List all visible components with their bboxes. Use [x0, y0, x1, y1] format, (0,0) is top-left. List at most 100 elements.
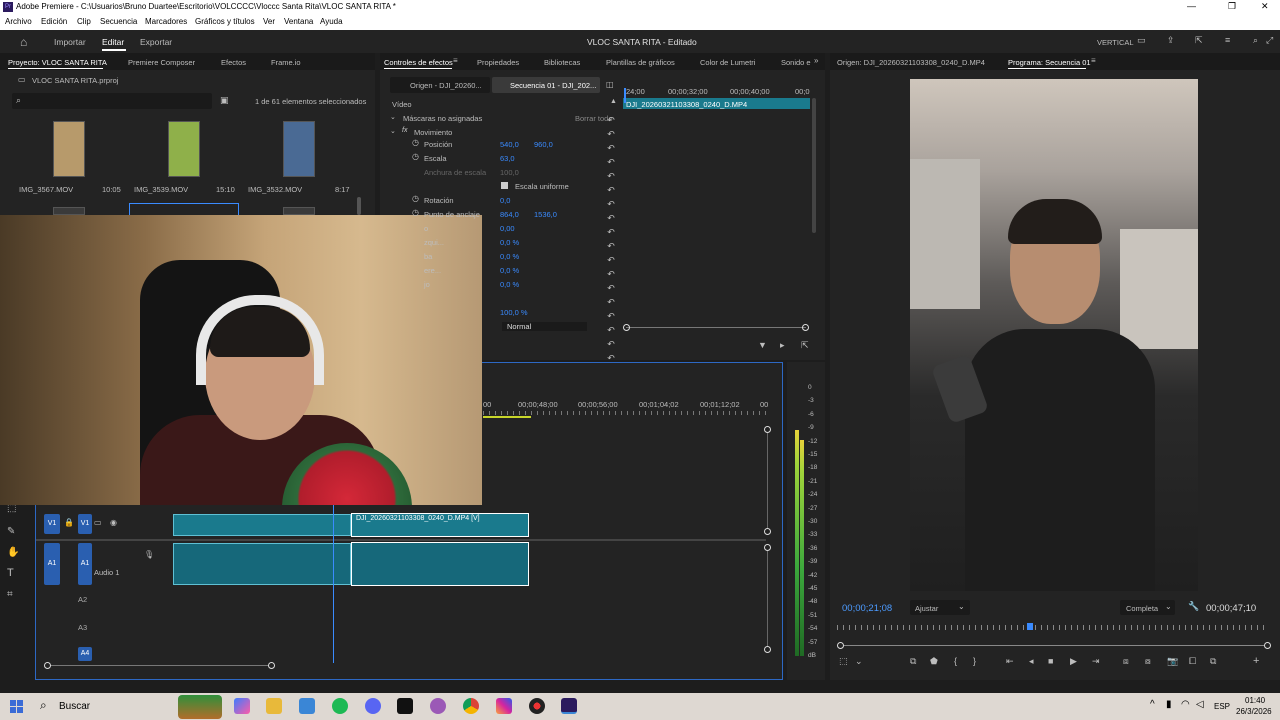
tab-plantillas[interactable]: Plantillas de gráficos [606, 58, 675, 67]
stopwatch-icon[interactable]: ◷ [412, 152, 419, 161]
menu-ver[interactable]: Ver [263, 17, 275, 26]
menu-graficos[interactable]: Gráficos y títulos [195, 17, 255, 26]
tab-menu-icon[interactable]: ≡ [453, 56, 458, 65]
program-menu-icon[interactable]: ≡ [1091, 56, 1096, 65]
motion-arrow-icon[interactable]: ⌄ [390, 127, 396, 135]
timeline-hscroll-line[interactable] [51, 665, 269, 666]
chrome-icon[interactable] [463, 698, 479, 714]
program-zoom-line[interactable] [844, 645, 1264, 646]
prop-value[interactable]: 540,0 [500, 140, 519, 149]
windows-start-icon[interactable] [10, 700, 23, 713]
tab-sonido[interactable]: Sonido e [781, 58, 811, 67]
mark-out-icon[interactable]: } [973, 656, 976, 666]
menu-clip[interactable]: Clip [77, 17, 91, 26]
audio-vscroll-top[interactable] [764, 544, 771, 551]
extract-icon[interactable]: ⧇ [1145, 656, 1151, 667]
stopwatch-icon[interactable]: ◷ [412, 194, 419, 203]
share-icon[interactable]: ⇪ [1167, 35, 1175, 46]
prop-value-2[interactable]: 1536,0 [534, 210, 557, 219]
tab-frameio[interactable]: Frame.io [271, 58, 301, 67]
caption-tool-icon[interactable]: ⌗ [7, 589, 13, 600]
audio-clip-group[interactable] [173, 543, 351, 585]
video-area-divider[interactable] [36, 539, 766, 541]
widget-icon[interactable] [178, 695, 222, 719]
export-icon[interactable]: ⇱ [1195, 35, 1203, 46]
frame-icon[interactable]: ▭ [1137, 35, 1146, 46]
minimize-button[interactable]: — [1187, 1, 1196, 11]
tab-programa[interactable]: Programa: Secuencia 01 [1008, 58, 1091, 67]
prop-value[interactable]: 864,0 [500, 210, 519, 219]
menu-marcadores[interactable]: Marcadores [145, 17, 187, 26]
clock-time[interactable]: 01:40 [1245, 696, 1265, 705]
go-to-out-icon[interactable]: ⇥ [1092, 656, 1100, 667]
collapse-arrow-icon[interactable]: ▲ [610, 98, 617, 105]
prop-value[interactable]: 100,0 [500, 168, 519, 177]
premiere-taskbar-icon[interactable] [561, 698, 577, 714]
tabs-overflow-icon[interactable]: » [814, 56, 818, 65]
film-icon[interactable]: ▭ [94, 518, 102, 527]
mini-zoom-handle-left[interactable] [623, 324, 630, 331]
clip-thumbnail-3[interactable] [283, 121, 315, 177]
stopwatch-icon[interactable]: ◷ [412, 138, 419, 147]
prop-value[interactable]: 0,0 % [500, 266, 519, 275]
type-tool-icon[interactable]: T [7, 567, 14, 579]
lift-icon[interactable]: ⧈ [1123, 656, 1129, 667]
layout-label[interactable]: VERTICAL [1097, 38, 1134, 47]
taskbar-search-icon[interactable]: ⌕ [40, 698, 47, 713]
tab-premiere-composer[interactable]: Premiere Composer [128, 58, 195, 67]
tab-project[interactable]: Proyecto: VLOC SANTA RITA [8, 58, 107, 67]
mini-scrollbar[interactable] [812, 98, 816, 233]
stopwatch-icon[interactable]: ◷ [412, 208, 419, 217]
copilot-icon[interactable] [234, 698, 250, 714]
language-indicator[interactable]: ESP [1214, 702, 1230, 711]
panel-toggle-icon[interactable]: ◫ [606, 80, 614, 89]
menu-secuencia[interactable]: Secuencia [100, 17, 137, 26]
mic-icon[interactable]: 🎙 [144, 550, 154, 559]
filter-icon[interactable]: ▼ [758, 340, 767, 350]
tray-chevron-icon[interactable]: ^ [1150, 699, 1155, 710]
audio-vscroll-line[interactable] [767, 551, 768, 646]
mini-playhead[interactable] [624, 88, 626, 103]
clip-thumbnail-6[interactable] [283, 207, 315, 215]
search-input[interactable] [12, 93, 212, 109]
tab-efectos[interactable]: Efectos [221, 58, 246, 67]
mini-zoom-handle-right[interactable] [802, 324, 809, 331]
list-icon[interactable]: ≡ [1225, 35, 1230, 45]
music-icon[interactable] [430, 698, 446, 714]
go-to-in-icon[interactable]: ⇤ [1006, 656, 1014, 667]
track-a3[interactable]: A3 [78, 623, 87, 632]
davinci-icon[interactable] [529, 698, 545, 714]
stop-icon[interactable]: ■ [1048, 656, 1053, 666]
prop-value[interactable]: 0,0 % [500, 252, 519, 261]
tab-exportar[interactable]: Exportar [140, 37, 172, 47]
mark-in-icon[interactable]: { [954, 656, 957, 666]
hand-tool-icon[interactable]: ✋ [7, 547, 19, 558]
project-scrollbar[interactable] [357, 197, 361, 215]
tab-propiedades[interactable]: Propiedades [477, 58, 519, 67]
timeline-hscroll-left[interactable] [44, 662, 51, 669]
menu-ayuda[interactable]: Ayuda [320, 17, 343, 26]
menu-archivo[interactable]: Archivo [5, 17, 32, 26]
step-back-icon[interactable]: ◂ [1029, 656, 1034, 667]
bin-icon[interactable]: ▣ [220, 95, 229, 106]
mini-zoom-bar[interactable] [626, 327, 806, 328]
comparison-icon[interactable]: ⧠ [1189, 656, 1196, 667]
track-v1-source[interactable]: V1 [44, 514, 60, 534]
lock-icon[interactable]: 🔒 [64, 518, 74, 527]
taskbar-search[interactable]: Buscar [59, 701, 90, 712]
clock-date[interactable]: 26/3/2026 [1236, 707, 1272, 716]
work-area-bar[interactable] [483, 416, 531, 418]
sequence-tab[interactable]: Secuencia 01 - DJI_202... [510, 81, 596, 90]
menu-edicion[interactable]: Edición [41, 17, 67, 26]
search-icon[interactable]: ⌕ [1253, 35, 1258, 46]
menu-ventana[interactable]: Ventana [284, 17, 313, 26]
play-audio-icon[interactable]: ▸ [780, 340, 785, 351]
timeline-hscroll-right[interactable] [268, 662, 275, 669]
add-button-icon[interactable]: + [1253, 655, 1259, 667]
tab-importar[interactable]: Importar [54, 37, 86, 47]
capcut-icon[interactable] [397, 698, 413, 714]
wrench-icon[interactable]: 🔧 [1188, 601, 1199, 612]
tab-bibliotecas[interactable]: Bibliotecas [544, 58, 580, 67]
tab-controles-efectos[interactable]: Controles de efectos [384, 58, 453, 67]
volume-icon[interactable]: ◁ [1196, 699, 1204, 710]
